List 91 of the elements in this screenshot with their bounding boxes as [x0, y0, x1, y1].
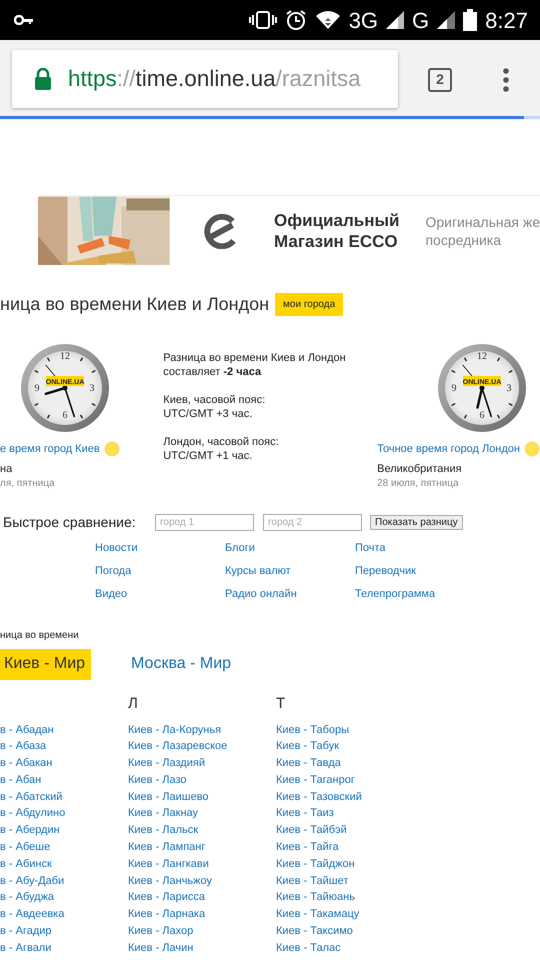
battery-icon	[463, 9, 478, 31]
ad-title[interactable]: Официальный Магазин ECCO	[274, 210, 400, 252]
city-pair-link[interactable]: в - Абу-Даби	[0, 874, 64, 887]
city-pair-link[interactable]: Киев - Тайбэй	[276, 824, 347, 836]
letter-heading: Л	[128, 694, 138, 712]
service-link[interactable]: Телепрограмма	[355, 586, 485, 602]
city-pair-link[interactable]: в - Абадан	[0, 724, 54, 736]
city-pair-link[interactable]: Киев - Табук	[276, 740, 340, 752]
city-pair-link[interactable]: Киев - Лаздияй	[128, 757, 205, 770]
city-pair-link[interactable]: в - Абердин	[0, 824, 60, 836]
city-pair-link[interactable]: Киев - Лазаревское	[128, 740, 228, 752]
city-pair-link[interactable]: Киев - Ла-Корунья	[128, 724, 222, 736]
lock-icon	[34, 68, 52, 90]
alarm-icon	[284, 9, 307, 31]
city-pair-link[interactable]: Киев - Таганрог	[276, 774, 355, 786]
city-pair-link[interactable]: Киев - Ларисса	[128, 891, 206, 904]
address-bar[interactable]: https://time.online.ua/raznitsa	[12, 50, 398, 108]
city-pair-link[interactable]: Киев - Тайюань	[276, 891, 355, 904]
key-icon	[14, 15, 34, 25]
sun-icon	[104, 441, 120, 458]
city-pair-link[interactable]: Киев - Таиз	[276, 807, 334, 820]
show-difference-button[interactable]: Показать разницу	[370, 514, 463, 530]
service-link[interactable]: Переводчик	[355, 562, 485, 580]
region-tab[interactable]: Москва - Мир	[131, 652, 232, 676]
signal-icon	[386, 11, 404, 29]
city-pair-link[interactable]: Киев - Тайджон	[276, 858, 355, 870]
city-pair-link[interactable]: Киев - Лахор	[128, 925, 194, 938]
menu-icon[interactable]	[503, 68, 509, 92]
url-text: https://time.online.ua/raznitsa	[68, 65, 361, 94]
city-time-link[interactable]: е время город Киев	[0, 441, 100, 458]
city-pair-link[interactable]: Киев - Такамацу	[276, 908, 360, 920]
network-label: 3G	[348, 6, 378, 34]
city-pair-link[interactable]: Киев - Лакнау	[128, 807, 198, 820]
date-text: ля, пятница	[0, 476, 56, 490]
my-cities-button[interactable]: мои города	[275, 293, 344, 316]
city-pair-link[interactable]: Киев - Лазо	[128, 774, 187, 786]
city-pair-link[interactable]: в - Агвали	[0, 942, 52, 954]
letter-heading: Т	[276, 694, 286, 712]
city-pair-link[interactable]: Киев - Талас	[276, 942, 341, 954]
section-label: ница во времени	[0, 628, 80, 642]
compare-label: Быстрое сравнение:	[3, 512, 137, 532]
service-link[interactable]: Радио онлайн	[225, 586, 355, 602]
city-pair-link[interactable]: Киев - Тайга	[276, 841, 339, 854]
city-pair-link[interactable]: Киев - Тазовский	[276, 790, 362, 803]
region-tab[interactable]: Киев - Мир	[0, 648, 92, 680]
city-pair-link[interactable]: Киев - Лангкави	[128, 858, 209, 870]
city-pair-link[interactable]: Киев - Ларнака	[128, 908, 206, 920]
city-pair-link[interactable]: Киев - Тайшет	[276, 874, 348, 887]
city-input[interactable]: город 1	[155, 514, 254, 530]
city-pair-link[interactable]: в - Абатский	[0, 790, 62, 803]
city-pair-link[interactable]: в - Абуджа	[0, 891, 54, 904]
city-pair-link[interactable]: в - Абаза	[0, 740, 46, 752]
city-pair-link[interactable]: Киев - Лачин	[128, 942, 194, 954]
wifi-icon	[314, 10, 341, 30]
city-pair-link[interactable]: в - Авдеевка	[0, 908, 64, 920]
tab-count-button[interactable]: 2	[428, 68, 452, 92]
info-text: Киев, часовой пояс: UTC/GMT +3 час.	[163, 393, 266, 421]
city-input[interactable]: город 2	[263, 514, 362, 530]
signal-icon	[437, 11, 456, 29]
service-link[interactable]: Видео	[95, 586, 225, 602]
service-link[interactable]: Погода	[95, 562, 225, 580]
ad-description: Оригинальная же посредника	[425, 212, 540, 248]
city-pair-link[interactable]: в - Абдулино	[0, 807, 66, 820]
page-heading: ница во времени Киев и Лондон	[0, 293, 270, 316]
city-pair-link[interactable]: в - Абан	[0, 774, 42, 786]
city-pair-link[interactable]: в - Абинск	[0, 858, 52, 870]
city-time-link[interactable]: Точное время город Лондон	[377, 441, 520, 458]
info-text: Разница во времени Киев и Лондон составляет -2 часа	[163, 351, 347, 379]
vibrate-icon	[248, 11, 277, 29]
info-text: Лондон, часовой пояс: UTC/GMT +1 час.	[163, 435, 280, 463]
ecco-logo-icon	[202, 212, 238, 248]
country-name: Великобритания	[377, 462, 463, 476]
city-pair-link[interactable]: в - Агадир	[0, 925, 52, 938]
sun-icon	[524, 441, 540, 458]
service-link[interactable]: Почта	[355, 540, 485, 556]
service-link[interactable]: Курсы валют	[225, 562, 355, 580]
city-pair-link[interactable]: Киев - Лаишево	[128, 790, 209, 803]
city-pair-link[interactable]: Киев - Лампанг	[128, 841, 206, 854]
city-pair-link[interactable]: Киев - Лальск	[128, 824, 198, 836]
service-link[interactable]: Блоги	[225, 540, 355, 556]
city-pair-link[interactable]: Киев - Тавда	[276, 757, 341, 770]
city-pair-link[interactable]: Киев - Ланчьжоу	[128, 874, 212, 887]
city-pair-link[interactable]: Киев - Таборы	[276, 724, 350, 736]
city-pair-link[interactable]: в - Абеше	[0, 841, 50, 854]
country-name: на	[0, 462, 14, 476]
service-link[interactable]: Новости	[95, 540, 225, 556]
city-pair-link[interactable]: Киев - Таксимо	[276, 925, 353, 938]
city-pair-link[interactable]: в - Абакан	[0, 757, 52, 770]
date-text: 28 июля, пятница	[377, 476, 460, 490]
network-label: G	[412, 6, 430, 34]
status-time: 8:27	[485, 6, 528, 34]
